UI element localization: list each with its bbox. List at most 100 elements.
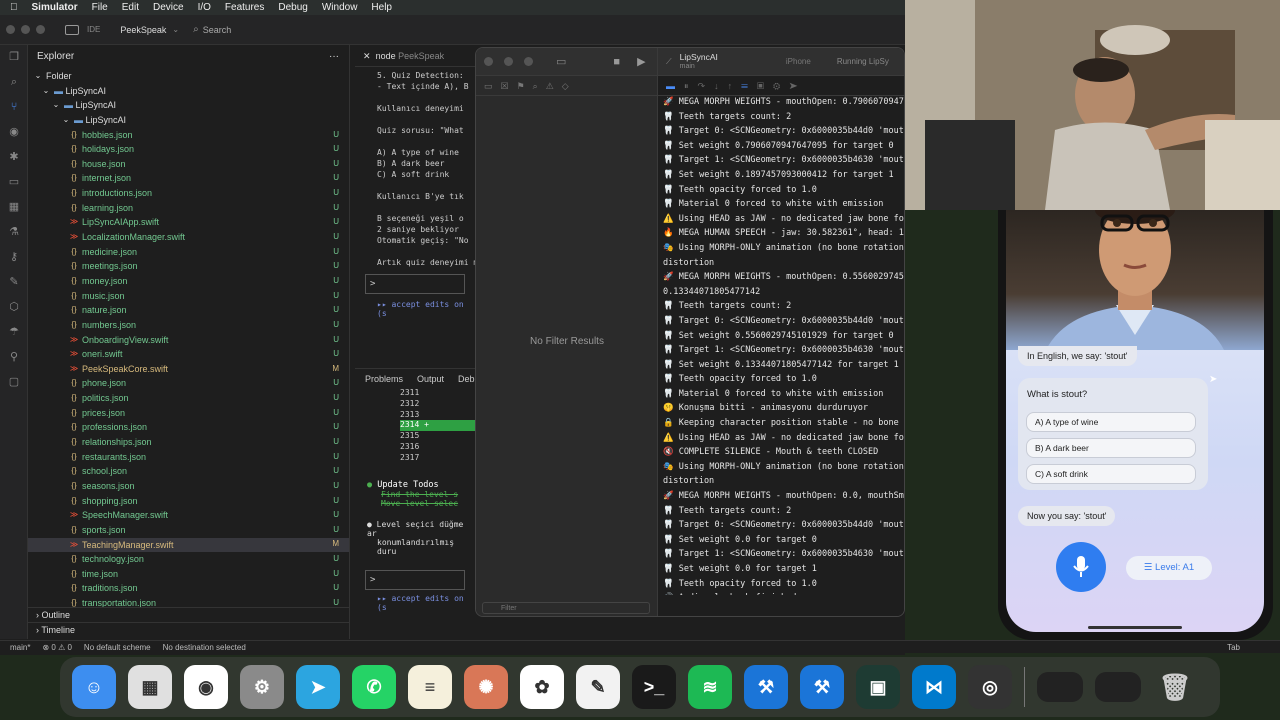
extensions-icon[interactable]: ▦	[0, 195, 28, 220]
terminal-prompt-2[interactable]: >	[365, 569, 465, 590]
close-dot[interactable]	[484, 57, 493, 66]
tab-label[interactable]: Tab	[1227, 643, 1240, 652]
branch-label[interactable]: main*	[10, 643, 30, 652]
tree-file[interactable]: {} meetings.json U	[28, 259, 349, 274]
tree-file[interactable]: {} technology.json U	[28, 552, 349, 567]
tree-file[interactable]: {} medicine.json U	[28, 245, 349, 260]
quiz-option-b[interactable]: B) A dark beer	[1026, 438, 1196, 458]
bookmark-icon[interactable]: ⚑	[517, 81, 533, 91]
terminal-prompt[interactable]: >	[365, 274, 465, 294]
tree-file[interactable]: ≫ PeekSpeakCore.swift M	[28, 362, 349, 377]
menu-app-name[interactable]: Simulator	[32, 2, 78, 13]
menu-window[interactable]: Window	[322, 2, 358, 13]
error-count[interactable]: ⊗ 0 ⚠ 0	[42, 643, 71, 652]
level-button[interactable]: ☰ Level: A1	[1126, 556, 1212, 580]
warning-icon[interactable]: ⚠	[546, 81, 562, 91]
tab-problems[interactable]: Problems	[365, 369, 403, 388]
dock-spotify-icon[interactable]: ≋	[688, 665, 732, 709]
tree-file[interactable]: ≫ OnboardingView.swift U	[28, 333, 349, 348]
env-icon[interactable]: ⚙	[773, 81, 789, 91]
tree-file[interactable]: {} school.json U	[28, 464, 349, 479]
dock-system-settings-icon[interactable]: ⚙	[240, 665, 284, 709]
tree-file[interactable]: ≫ LipSyncAIApp.swift U	[28, 215, 349, 230]
tree-file[interactable]: {} numbers.json U	[28, 318, 349, 333]
tree-file[interactable]: {} shopping.json U	[28, 494, 349, 509]
pin-icon[interactable]: ⚲	[0, 345, 28, 370]
tree-file[interactable]: {} relationships.json U	[28, 435, 349, 450]
tree-file[interactable]: {} hobbies.json U	[28, 128, 349, 143]
dock-window-thumbnail[interactable]	[1037, 672, 1083, 702]
tree-file[interactable]: {} nature.json U	[28, 303, 349, 318]
breakpoint-icon[interactable]: ▬	[666, 81, 684, 91]
dock-whatsapp-icon[interactable]: ✆	[352, 665, 396, 709]
box-icon[interactable]: ⬡	[0, 295, 28, 320]
ide-mode-label[interactable]: IDE	[87, 25, 100, 34]
minimize-dot[interactable]	[21, 25, 30, 34]
tree-file[interactable]: {} professions.json U	[28, 420, 349, 435]
tree-file[interactable]: {} money.json U	[28, 274, 349, 289]
dock-xcode-icon[interactable]: ⚒	[800, 665, 844, 709]
play-icon[interactable]: ▶	[637, 55, 645, 68]
sidebar-icon[interactable]: ▭	[556, 55, 566, 68]
tree-file[interactable]: ≫ LocalizationManager.swift U	[28, 230, 349, 245]
source-control-icon[interactable]: ⑂	[0, 95, 28, 120]
chat-icon[interactable]: ▢	[0, 370, 28, 395]
tree-folder[interactable]: ⌄ ▬ LipSyncAI	[28, 84, 349, 99]
menu-device[interactable]: Device	[153, 2, 184, 13]
dock-xcode-icon[interactable]: ⚒	[744, 665, 788, 709]
dock-telegram-icon[interactable]: ➤	[296, 665, 340, 709]
menu-help[interactable]: Help	[371, 2, 392, 13]
dock-terminal-icon[interactable]: >_	[632, 665, 676, 709]
chevron-down-icon[interactable]: ⌄	[172, 25, 179, 34]
tree-file[interactable]: {} traditions.json U	[28, 581, 349, 596]
menu-io[interactable]: I/O	[198, 2, 211, 13]
tree-file[interactable]: ≫ oneri.swift U	[28, 347, 349, 362]
sidebar-toggle-icon[interactable]	[65, 24, 79, 35]
tree-file[interactable]: {} seasons.json U	[28, 479, 349, 494]
x-icon[interactable]: ☒	[501, 81, 517, 91]
dock-finder-icon[interactable]: ☺	[72, 665, 116, 709]
close-icon[interactable]: ✕	[363, 51, 371, 61]
tree-folder[interactable]: ⌄ ▬ LipSyncAI	[28, 98, 349, 113]
tree-file[interactable]: {} sports.json U	[28, 523, 349, 538]
monitor-icon[interactable]: ▭	[0, 170, 28, 195]
menu-file[interactable]: File	[92, 2, 108, 13]
tree-file[interactable]: {} music.json U	[28, 289, 349, 304]
menu-debug[interactable]: Debug	[278, 2, 307, 13]
tree-file[interactable]: {} learning.json U	[28, 201, 349, 216]
menu-features[interactable]: Features	[225, 2, 264, 13]
close-dot[interactable]	[6, 25, 15, 34]
dock-chatgpt-icon[interactable]: ✿	[520, 665, 564, 709]
quiz-option-a[interactable]: A) A type of wine	[1026, 412, 1196, 432]
microphone-button[interactable]	[1056, 542, 1106, 592]
tree-file[interactable]: {} holidays.json U	[28, 142, 349, 157]
tree-file[interactable]: {} internet.json U	[28, 171, 349, 186]
dock-window-thumbnail[interactable]	[1095, 672, 1141, 702]
scheme-label[interactable]: No default scheme	[84, 643, 151, 652]
eye-icon[interactable]: ◉	[0, 120, 28, 145]
project-name[interactable]: PeekSpeak	[120, 25, 166, 35]
step-out-icon[interactable]: ↑	[728, 81, 742, 91]
scheme-name[interactable]: LipSyncAI	[680, 52, 718, 62]
destination-label[interactable]: No destination selected	[163, 643, 246, 652]
test-icon[interactable]: ◇	[562, 81, 577, 91]
dock-vs-code-icon[interactable]: ⋈	[912, 665, 956, 709]
debug-icon[interactable]: ✱	[0, 145, 28, 170]
more-icon[interactable]: ···	[329, 45, 339, 69]
pause-icon[interactable]: ⏸	[684, 81, 698, 91]
timeline-section[interactable]: › Timeline	[28, 622, 350, 637]
key-icon[interactable]: ⚷	[0, 245, 28, 270]
dock-obs-icon[interactable]: ◎	[968, 665, 1012, 709]
tab-output[interactable]: Output	[417, 369, 444, 388]
minimize-dot[interactable]	[504, 57, 513, 66]
menu-edit[interactable]: Edit	[122, 2, 139, 13]
dock-launchpad-icon[interactable]: ▦	[128, 665, 172, 709]
flask-icon[interactable]: ⚗	[0, 220, 28, 245]
zoom-dot[interactable]	[36, 25, 45, 34]
dock-chrome-icon[interactable]: ◉	[184, 665, 228, 709]
tree-file[interactable]: ≫ TeachingManager.swift M	[28, 537, 349, 553]
tree-file[interactable]: {} introductions.json U	[28, 186, 349, 201]
dock-claude-icon[interactable]: ✺	[464, 665, 508, 709]
tree-file[interactable]: {} prices.json U	[28, 406, 349, 421]
umbrella-icon[interactable]: ☂	[0, 320, 28, 345]
